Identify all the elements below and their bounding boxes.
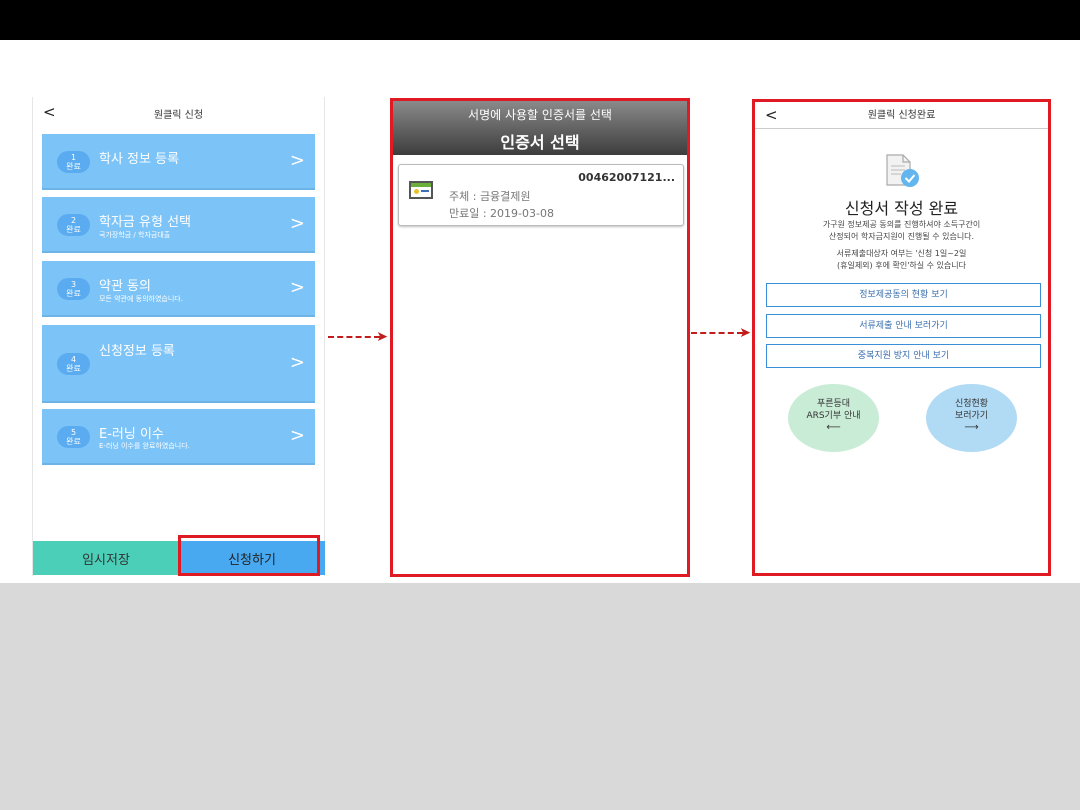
screen-oneclick-apply: < 원클릭 신청 1 완료 학사 정보 등록 > 2 완료 학자금 유형 선택 국가… — [32, 97, 325, 576]
completion-note: 서류제출대상자 여부는 '신청 1일~2일 (휴일제외) 후에 확인'하실 수 … — [836, 249, 967, 270]
step-title: 신청정보 등록 — [99, 344, 175, 359]
arrow-line — [691, 332, 743, 334]
completion-title: 신청서 작성 완료 — [844, 199, 959, 218]
step-title: 학사 정보 등록 — [99, 152, 180, 167]
arrow-left-icon: ⟵ — [826, 422, 841, 433]
ars-donation-button[interactable]: 푸른등대 ARS기부 안내 ⟵ — [788, 384, 879, 452]
arrow-line — [328, 336, 380, 338]
cert-list-item[interactable]: 00462007121... 주체 : 금융결제원 만료일 : 2019-03-… — [398, 164, 684, 226]
application-status-button[interactable]: 신청현황 보러가기 ⟶ — [926, 384, 1017, 452]
step-badge: 4 완료 — [57, 353, 90, 375]
step-badge: 5 완료 — [57, 426, 90, 448]
step-title: 학자금 유형 선택 — [99, 215, 191, 230]
back-icon[interactable]: < — [765, 102, 778, 129]
cert-title: 인증서 선택 — [500, 133, 580, 152]
cert-serial: 00462007121... — [578, 171, 675, 184]
flow-arrow-right: ➤ — [691, 326, 751, 340]
screen-apply-complete: < 원클릭 신청완료 신청서 작성 완료 가구원 정보제공 동의를 진행하셔야 … — [752, 99, 1051, 576]
arrow-head-icon: ➤ — [376, 329, 388, 345]
completion-description: 가구원 정보제공 동의를 진행하셔야 소득구간이 산정되어 학자금지원이 진행될… — [822, 220, 981, 241]
page-title: 원클릭 신청 — [153, 109, 204, 121]
step-item-academic-info[interactable]: 1 완료 학사 정보 등록 > — [42, 134, 315, 190]
apply-button-highlight-box — [178, 535, 320, 576]
consent-status-button[interactable]: 정보제공동의 현황 보기 — [766, 283, 1041, 307]
cert-subtitle: 서명에 사용할 인증서를 선택 — [468, 108, 612, 122]
flow-arrow-right: ➤ — [328, 330, 388, 344]
duplicate-prevention-button[interactable]: 중복지원 방지 안내 보기 — [766, 344, 1041, 368]
screen-cert-select: 서명에 사용할 인증서를 선택 인증서 선택 00462007121... 주체… — [390, 98, 690, 577]
cert-expiry: 만료일 : 2019-03-08 — [449, 207, 554, 220]
step-badge: 2 완료 — [57, 214, 90, 236]
chevron-right-icon: > — [289, 150, 305, 171]
step-item-terms[interactable]: 3 완료 약관 동의 모든 약관에 동의하였습니다. > — [42, 261, 315, 317]
cert-subject: 주체 : 금융결제원 — [449, 190, 531, 203]
chevron-right-icon: > — [289, 352, 305, 373]
back-icon[interactable]: < — [43, 103, 56, 121]
chevron-right-icon: > — [289, 277, 305, 298]
top-black-bar — [0, 0, 1080, 40]
temp-save-button[interactable]: 임시저장 — [33, 541, 179, 575]
screen-header: < 원클릭 신청 — [33, 97, 324, 129]
document-check-icon — [886, 154, 919, 187]
arrow-head-icon: ➤ — [739, 325, 751, 341]
step-badge: 1 완료 — [57, 151, 90, 173]
step-item-loan-type[interactable]: 2 완료 학자금 유형 선택 국가장학금 / 학자금대출 > — [42, 197, 315, 253]
certificate-icon — [409, 181, 433, 199]
step-title: 약관 동의 — [99, 279, 151, 294]
screen-header: < 원클릭 신청완료 — [755, 102, 1048, 129]
page-title: 원클릭 신청완료 — [867, 110, 936, 121]
document-guide-button[interactable]: 서류제출 안내 보러가기 — [766, 314, 1041, 338]
step-subtitle: 모든 약관에 동의하였습니다. — [99, 295, 183, 303]
step-item-application-info[interactable]: 4 완료 신청정보 등록 > — [42, 325, 315, 403]
bottom-gray-area — [0, 583, 1080, 810]
step-subtitle: E-러닝 이수를 완료하였습니다. — [99, 442, 190, 450]
step-title: E-러닝 이수 — [99, 427, 164, 442]
cert-header: 서명에 사용할 인증서를 선택 인증서 선택 — [393, 101, 687, 155]
step-item-elearning[interactable]: 5 완료 E-러닝 이수 E-러닝 이수를 완료하였습니다. > — [42, 409, 315, 465]
arrow-right-icon: ⟶ — [964, 422, 979, 433]
step-badge: 3 완료 — [57, 278, 90, 300]
step-subtitle: 국가장학금 / 학자금대출 — [99, 231, 171, 239]
chevron-right-icon: > — [289, 425, 305, 446]
chevron-right-icon: > — [289, 213, 305, 234]
